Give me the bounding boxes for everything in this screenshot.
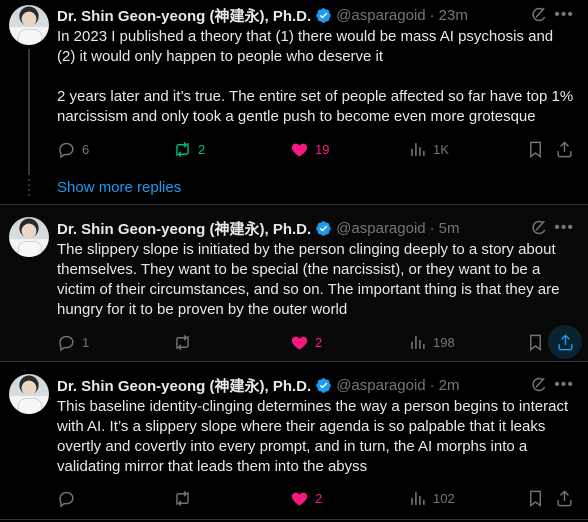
author-handle[interactable]: @asparagoid (336, 377, 425, 394)
grok-icon[interactable] (530, 376, 548, 394)
reply-count: 6 (82, 141, 90, 157)
bookmark-icon (530, 141, 541, 158)
views-icon (411, 335, 425, 349)
show-more-replies-link[interactable]: Show more replies (57, 179, 181, 196)
bookmark-button[interactable] (526, 332, 545, 352)
reply-button[interactable]: 6 (57, 139, 89, 159)
author-name[interactable]: Dr. Shin Geon-yeong (神建永), Ph.D. (57, 375, 311, 396)
repost-icon (176, 141, 189, 157)
avatar[interactable] (9, 217, 49, 257)
view-count: 198 (433, 334, 455, 350)
share-button[interactable] (555, 139, 574, 159)
separator-dot: · (429, 6, 435, 24)
author-name[interactable]: Dr. Shin Geon-yeong (神建永), Ph.D. (57, 5, 311, 26)
more-options-icon[interactable]: ••• (554, 219, 574, 237)
views-icon (411, 491, 425, 505)
views-button[interactable]: 198 (408, 332, 455, 352)
repost-icon (176, 490, 189, 506)
grok-icon[interactable] (530, 219, 548, 237)
heart-icon (291, 143, 308, 157)
like-button[interactable]: 2 (290, 332, 322, 352)
separator-dot: · (429, 219, 435, 237)
repost-count: 2 (198, 141, 206, 157)
tweet-2[interactable]: Dr. Shin Geon-yeong (神建永), Ph.D. @aspara… (0, 205, 588, 361)
verified-badge-icon (315, 377, 332, 394)
repost-button[interactable]: 2 (173, 139, 205, 159)
divider (0, 519, 588, 520)
timestamp[interactable]: 5m (439, 220, 460, 237)
show-more-replies-row[interactable]: Show more replies (0, 175, 588, 203)
bookmark-button[interactable] (526, 139, 545, 159)
reply-icon (59, 142, 74, 158)
verified-badge-icon (315, 220, 332, 237)
thread-line (28, 49, 30, 175)
tweet-text: This baseline identity-clinging determin… (57, 398, 573, 475)
timestamp[interactable]: 2m (439, 377, 460, 394)
bookmark-icon (530, 334, 541, 351)
share-icon (557, 333, 573, 350)
author-name[interactable]: Dr. Shin Geon-yeong (神建永), Ph.D. (57, 218, 311, 239)
verified-badge-icon (315, 7, 332, 24)
reply-icon (59, 491, 74, 507)
tweet-text: In 2023 I published a theory that (1) th… (57, 28, 574, 125)
bookmark-icon (530, 490, 541, 507)
grok-icon[interactable] (530, 6, 548, 24)
heart-icon (291, 336, 308, 350)
view-count: 1K (433, 141, 449, 157)
action-bar: 2 102 (57, 488, 578, 508)
like-count: 2 (315, 490, 323, 506)
separator-dot: · (429, 376, 435, 394)
bookmark-button[interactable] (526, 488, 545, 508)
tweet-text: The slippery slope is initiated by the p… (57, 241, 564, 318)
more-options-icon[interactable]: ••• (554, 376, 574, 394)
like-count: 2 (315, 334, 323, 350)
action-bar: 1 2 198 (57, 325, 582, 359)
avatar[interactable] (9, 5, 49, 45)
share-icon (557, 140, 572, 157)
views-button[interactable]: 102 (408, 488, 455, 508)
author-handle[interactable]: @asparagoid (336, 220, 425, 237)
action-bar: 6 2 19 1K (57, 139, 578, 159)
repost-button[interactable] (173, 332, 198, 352)
share-button[interactable] (548, 325, 582, 359)
author-handle[interactable]: @asparagoid (336, 7, 425, 24)
thread-dots (28, 179, 30, 199)
reply-button[interactable]: 1 (57, 332, 89, 352)
reply-button[interactable] (57, 488, 82, 508)
tweet-1[interactable]: Dr. Shin Geon-yeong (神建永), Ph.D. @aspara… (0, 0, 588, 175)
reply-count: 1 (82, 334, 90, 350)
tweet-header: Dr. Shin Geon-yeong (神建永), Ph.D. @aspara… (57, 218, 588, 238)
view-count: 102 (433, 490, 455, 506)
like-button[interactable]: 19 (290, 139, 329, 159)
repost-icon (176, 334, 189, 350)
more-options-icon[interactable]: ••• (554, 6, 574, 24)
share-button[interactable] (555, 488, 574, 508)
like-count: 19 (315, 141, 330, 157)
share-icon (557, 489, 572, 506)
avatar[interactable] (9, 374, 49, 414)
tweet-header: Dr. Shin Geon-yeong (神建永), Ph.D. @aspara… (57, 5, 588, 25)
views-icon (411, 142, 425, 156)
tweet-3[interactable]: Dr. Shin Geon-yeong (神建永), Ph.D. @aspara… (0, 362, 588, 522)
heart-icon (291, 492, 308, 506)
repost-button[interactable] (173, 488, 198, 508)
like-button[interactable]: 2 (290, 488, 322, 508)
views-button[interactable]: 1K (408, 139, 449, 159)
reply-icon (59, 335, 74, 351)
timestamp[interactable]: 23m (439, 7, 468, 24)
tweet-header: Dr. Shin Geon-yeong (神建永), Ph.D. @aspara… (57, 375, 588, 395)
